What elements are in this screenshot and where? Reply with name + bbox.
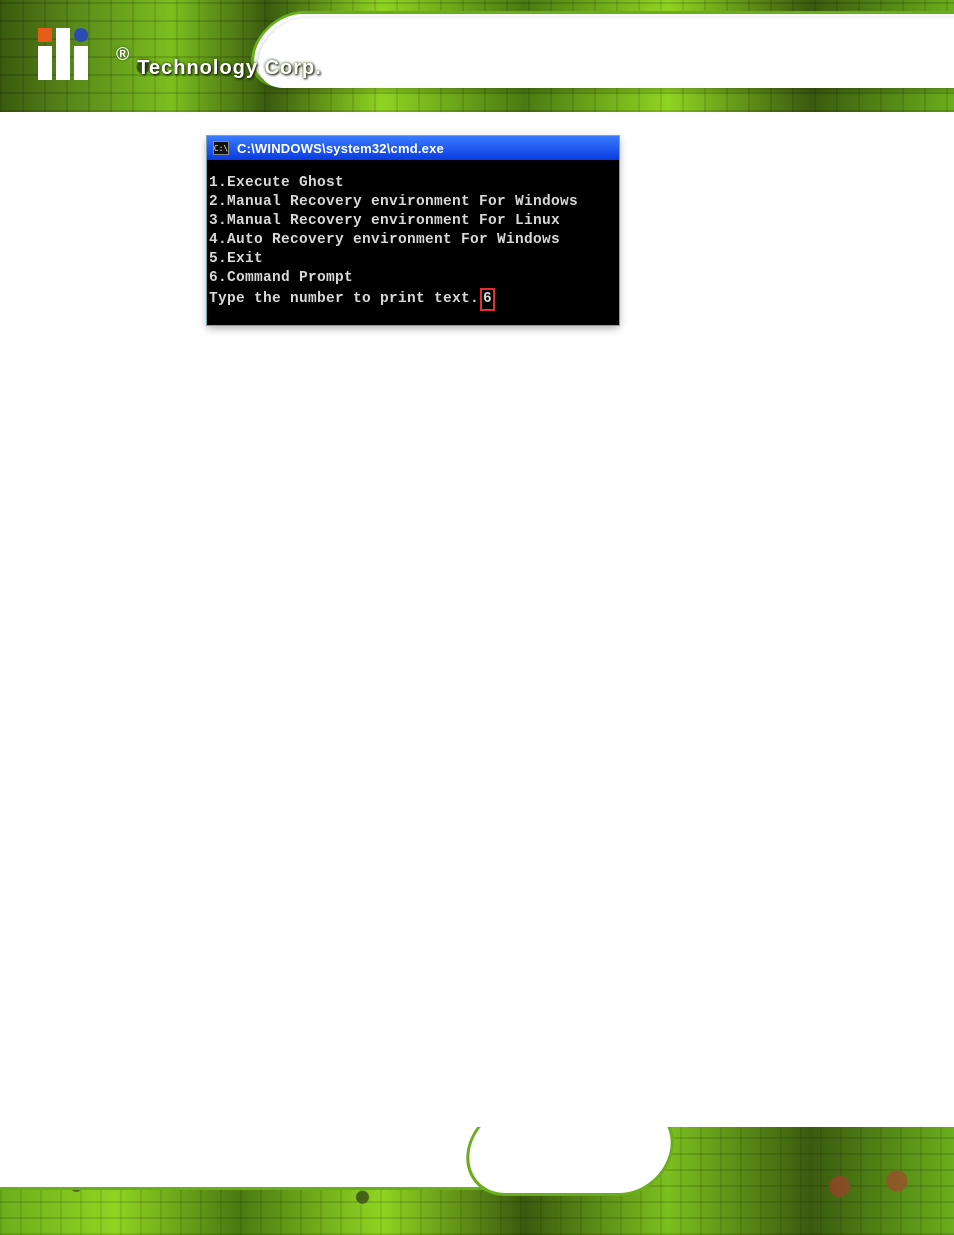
cmd-window-title: C:\WINDOWS\system32\cmd.exe [237, 141, 444, 156]
header-swoosh [249, 18, 954, 88]
menu-item-3: 3.Manual Recovery environment For Linux [209, 212, 617, 231]
menu-item-2: 2.Manual Recovery environment For Window… [209, 193, 617, 212]
menu-item-6: 6.Command Prompt [209, 269, 617, 288]
brand-logo: ® Technology Corp. [38, 28, 322, 80]
cmd-prompt-row: Type the number to print text. 6 [209, 288, 617, 311]
footer-swoosh-bubble [462, 1127, 677, 1193]
cmd-user-input[interactable]: 6 [480, 288, 495, 311]
cmd-prompt-text: Type the number to print text. [209, 290, 479, 309]
cmd-icon: C:\ [213, 141, 229, 155]
iei-logo-icon [38, 28, 102, 80]
page-header-band: ® Technology Corp. [0, 0, 954, 112]
page-footer-band [0, 1127, 954, 1235]
registered-symbol: ® [116, 44, 129, 65]
brand-name: Technology Corp. [137, 57, 322, 80]
cmd-titlebar: C:\ C:\WINDOWS\system32\cmd.exe [207, 136, 619, 160]
cmd-body[interactable]: 1.Execute Ghost 2.Manual Recovery enviro… [207, 160, 619, 325]
menu-item-5: 5.Exit [209, 250, 617, 269]
menu-item-1: 1.Execute Ghost [209, 174, 617, 193]
menu-item-4: 4.Auto Recovery environment For Windows [209, 231, 617, 250]
footer-swoosh-left [0, 1127, 536, 1187]
cmd-window: C:\ C:\WINDOWS\system32\cmd.exe 1.Execut… [207, 136, 619, 325]
